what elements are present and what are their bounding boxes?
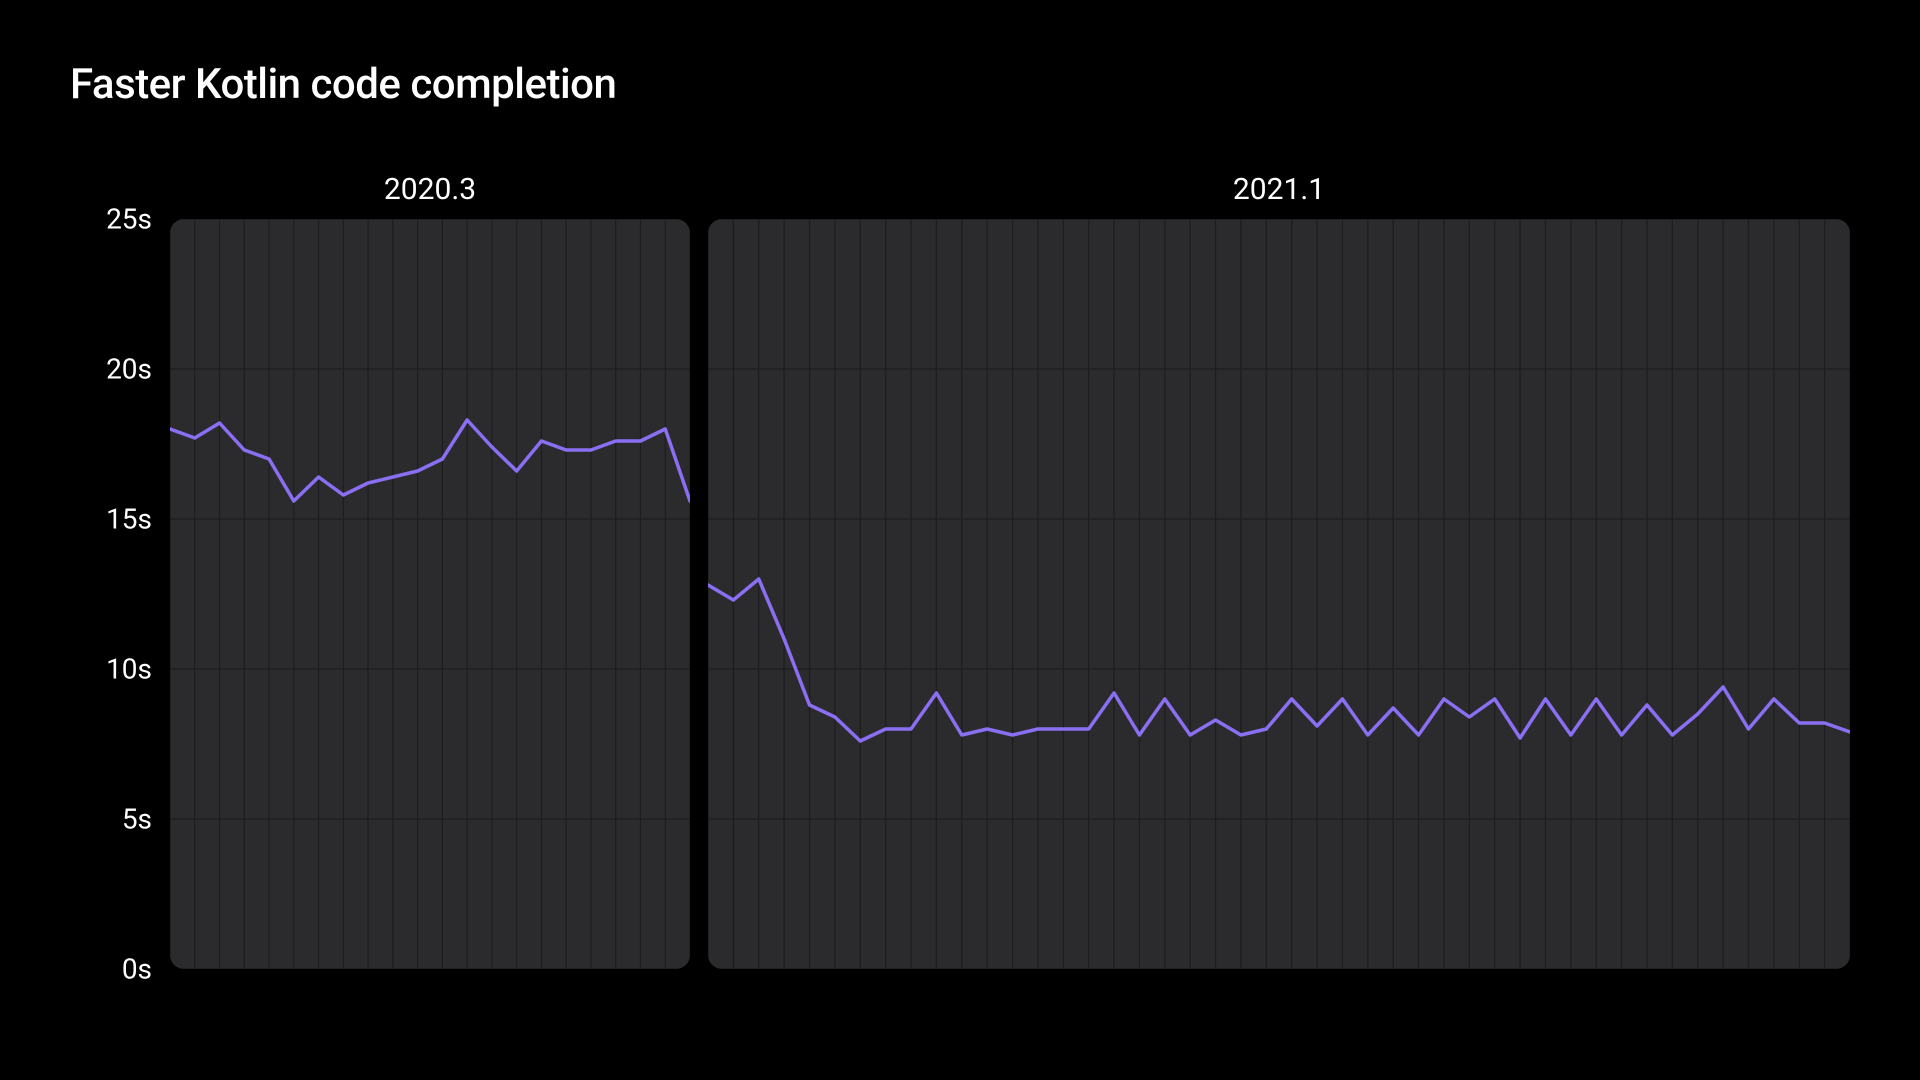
- y-axis-tick: 0s: [122, 953, 152, 986]
- panel-label-right: 2021.1: [708, 159, 1850, 219]
- chart-title: Faster Kotlin code completion: [70, 60, 1850, 109]
- chart-area: 25s20s15s10s5s0s 2020.3 2021.1: [70, 159, 1850, 969]
- data-series-line: [170, 420, 690, 501]
- y-axis-tick: 15s: [106, 503, 152, 536]
- chart-panel-left: [170, 219, 690, 969]
- panel-label-left: 2020.3: [170, 159, 690, 219]
- y-axis-tick: 25s: [106, 203, 152, 236]
- y-axis: 25s20s15s10s5s0s: [70, 219, 170, 969]
- y-axis-tick: 5s: [122, 803, 152, 836]
- chart-panel-right: [708, 219, 1850, 969]
- y-axis-tick: 10s: [106, 653, 152, 686]
- y-axis-tick: 20s: [106, 353, 152, 386]
- data-series-line: [708, 579, 1850, 741]
